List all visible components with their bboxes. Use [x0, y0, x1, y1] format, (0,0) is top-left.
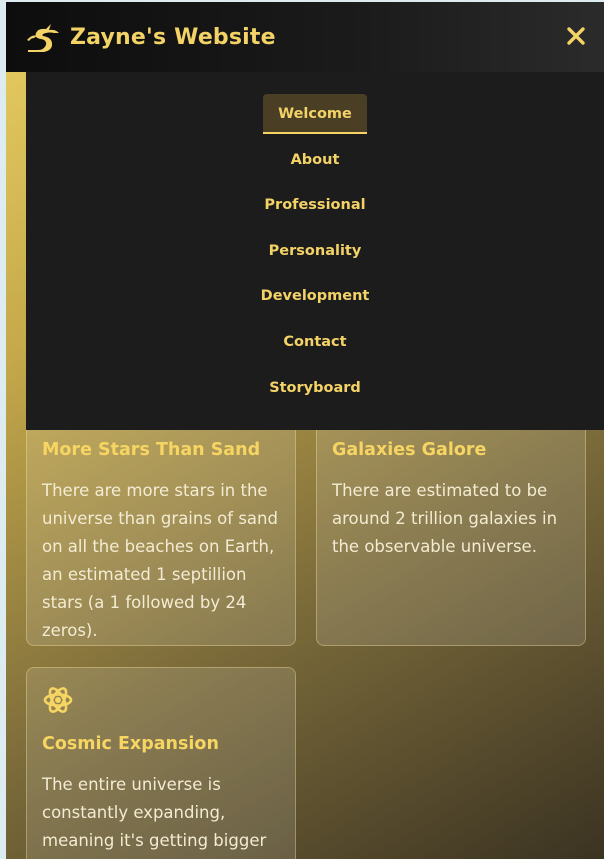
nav-item-about[interactable]: About	[276, 140, 355, 180]
dragon-logo-icon[interactable]	[24, 20, 62, 54]
card-title: Cosmic Expansion	[42, 734, 219, 754]
nav-item-contact[interactable]: Contact	[268, 322, 361, 362]
card-text: There are estimated to be around 2 trill…	[332, 481, 558, 556]
card-title: Galaxies Galore	[332, 440, 487, 460]
card-text: The entire universe is constantly expand…	[42, 775, 267, 850]
card-text: There are more stars in the universe tha…	[42, 481, 278, 640]
fact-card: Cosmic Expansion The entire universe is …	[26, 667, 296, 859]
nav-list: Welcome About Professional Personality D…	[26, 94, 604, 413]
nav-item-professional[interactable]: Professional	[249, 185, 380, 225]
mobile-nav-menu: Welcome About Professional Personality D…	[26, 72, 604, 430]
site-title[interactable]: Zayne's Website	[70, 25, 276, 50]
page-viewport: Zayne's Website Welcome About Profession…	[6, 2, 604, 859]
nav-item-development[interactable]: Development	[246, 276, 385, 316]
close-icon[interactable]	[564, 24, 588, 48]
site-header: Zayne's Website	[6, 2, 604, 72]
atom-icon	[42, 684, 74, 716]
nav-item-personality[interactable]: Personality	[254, 231, 377, 271]
nav-item-storyboard[interactable]: Storyboard	[254, 368, 376, 408]
nav-item-welcome[interactable]: Welcome	[263, 94, 367, 134]
card-title: More Stars Than Sand	[42, 440, 261, 460]
